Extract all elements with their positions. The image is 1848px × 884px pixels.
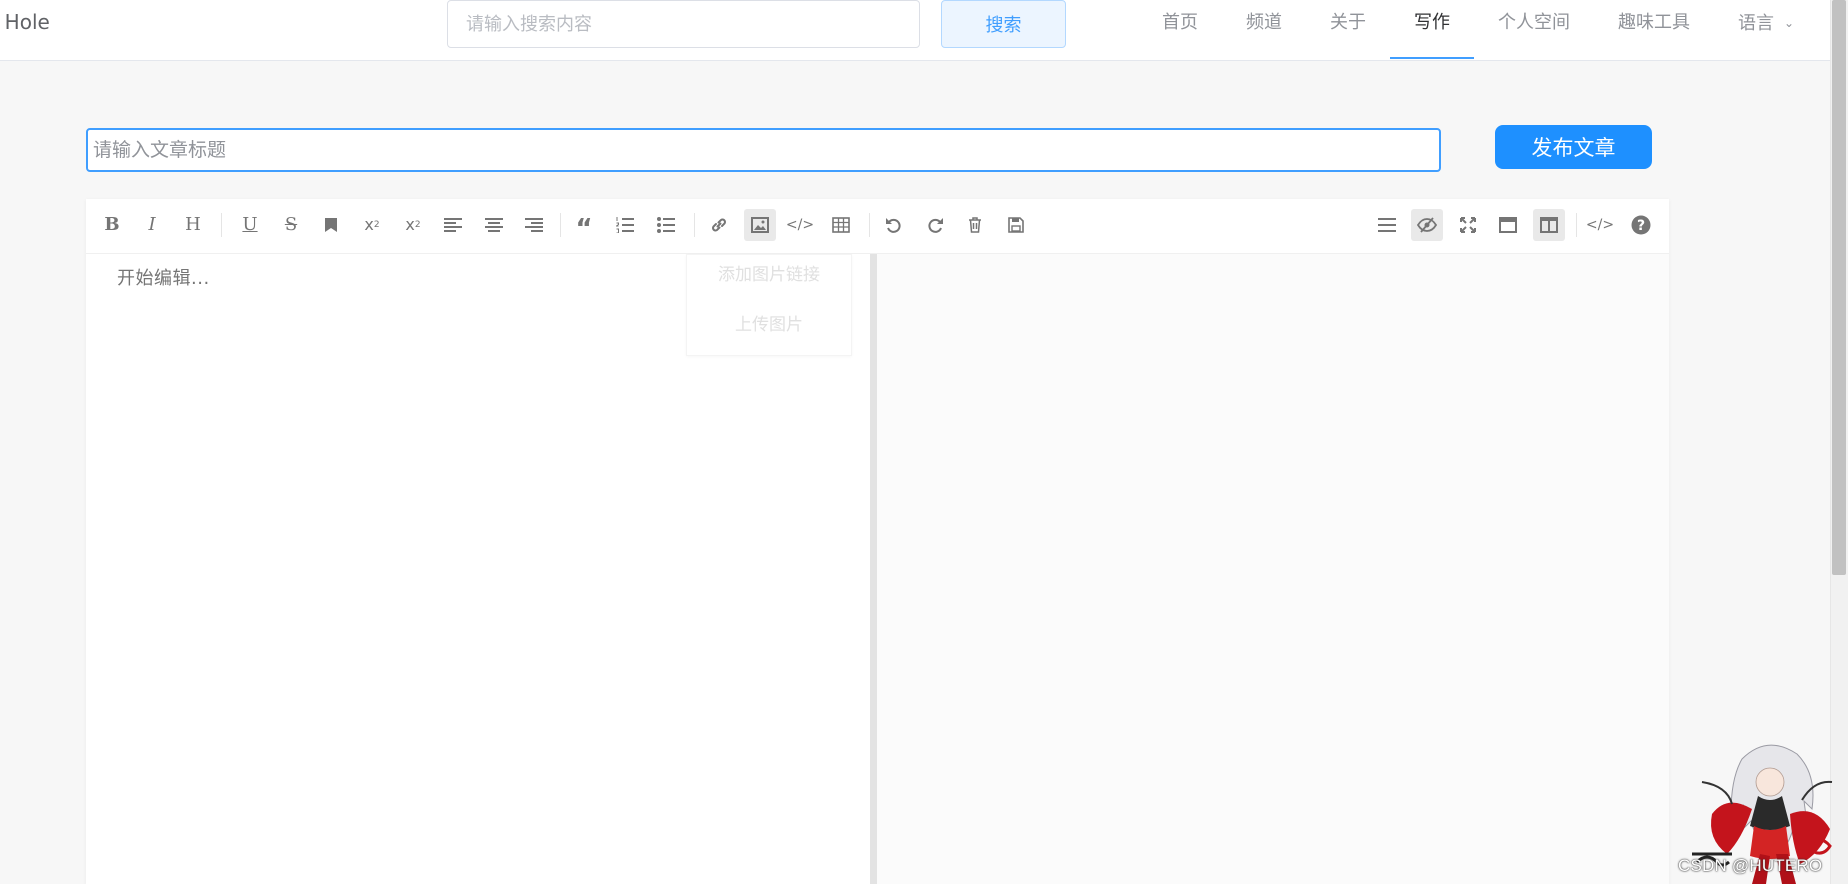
mark-icon[interactable] [315,209,347,241]
nav-channel[interactable]: 频道 [1222,0,1306,59]
pane-divider [870,254,877,884]
markdown-preview-pane [877,254,1669,884]
nav-fun-tools[interactable]: 趣味工具 [1594,0,1714,59]
toolbar-separator [869,213,870,237]
unordered-list-icon[interactable] [650,209,682,241]
toolbar-separator [1576,213,1577,237]
svg-text:?: ? [1637,218,1645,234]
subfield-icon[interactable] [1533,209,1565,241]
add-image-link-option[interactable]: 添加图片链接 [687,255,851,305]
site-brand[interactable]: e Hole [0,10,50,34]
content-placeholder: 开始编辑... [117,268,210,289]
fullscreen-icon[interactable] [1452,209,1484,241]
toolbar-separator [560,213,561,237]
align-right-icon[interactable] [518,209,550,241]
toolbar-separator [221,213,222,237]
link-icon[interactable] [703,209,735,241]
editor-toolbar: B I H U S x2 x2 “ </> </> ? [86,199,1669,254]
preview-toggle-icon[interactable] [1411,209,1443,241]
chevron-down-icon: ⌄ [1784,16,1795,30]
quote-icon[interactable]: “ [568,209,600,242]
search-input[interactable] [447,0,920,48]
underline-icon[interactable]: U [234,209,266,241]
csdn-watermark: CSDN @HUTERO [1678,856,1823,875]
top-navbar: e Hole 搜索 首页 频道 关于 写作 个人空间 趣味工具 语言⌄ [0,0,1830,61]
main-nav: 首页 频道 关于 写作 个人空间 趣味工具 语言 ⌄ [1138,0,1818,60]
markdown-edit-pane[interactable]: 开始编辑... 添加图片链接 上传图片 [86,254,870,884]
bold-icon[interactable]: B [96,209,128,241]
help-icon[interactable]: ? [1625,209,1657,241]
image-dropdown-menu: 添加图片链接 上传图片 [686,254,852,356]
nav-language[interactable]: 语言 ⌄ [1714,0,1818,59]
italic-icon[interactable]: I [136,209,168,241]
strikethrough-icon[interactable]: S [275,209,307,241]
superscript-icon[interactable]: x2 [356,209,388,241]
ordered-list-icon[interactable] [609,209,641,241]
table-icon[interactable] [825,209,857,241]
page-scrollbar-thumb[interactable] [1832,0,1846,575]
toolbar-separator [694,213,695,237]
subscript-icon[interactable]: x2 [397,209,429,241]
navigation-icon[interactable] [1371,209,1403,241]
nav-about[interactable]: 关于 [1306,0,1390,59]
undo-icon[interactable] [878,209,910,241]
align-center-icon[interactable] [478,209,510,241]
nav-personal-space[interactable]: 个人空间 [1474,0,1594,59]
save-icon[interactable] [1000,209,1032,241]
publish-article-button[interactable]: 发布文章 [1495,125,1652,169]
nav-home[interactable]: 首页 [1138,0,1222,59]
markdown-editor: B I H U S x2 x2 “ </> </> ? 开始编辑... 添加图片… [86,199,1669,884]
redo-icon[interactable] [919,209,951,241]
align-left-icon[interactable] [437,209,469,241]
heading-icon[interactable]: H [177,209,209,241]
trash-icon[interactable] [959,209,991,241]
nav-write[interactable]: 写作 [1390,0,1474,59]
search-button[interactable]: 搜索 [941,0,1066,48]
code-icon[interactable]: </> [784,209,816,241]
html-code-icon[interactable]: </> [1584,209,1616,241]
article-title-input[interactable] [86,128,1441,172]
read-mode-icon[interactable] [1492,209,1524,241]
image-icon[interactable] [744,209,776,241]
upload-image-option[interactable]: 上传图片 [687,305,851,355]
